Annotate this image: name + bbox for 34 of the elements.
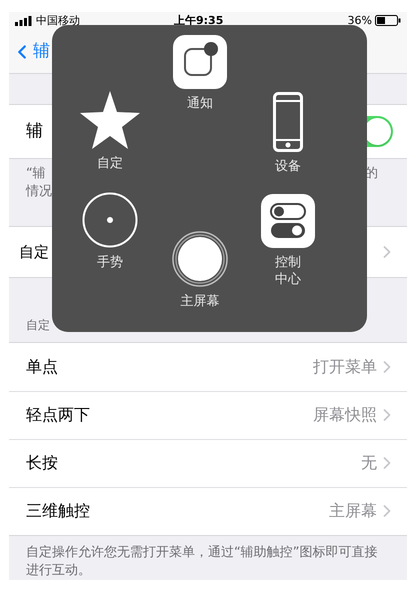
back-button[interactable]: 辅 (11, 38, 50, 66)
phone-icon (273, 92, 303, 152)
action-label: 长按 (26, 452, 58, 474)
action-label: 轻点两下 (26, 404, 90, 426)
battery-percent: 36% (348, 12, 372, 29)
action-value: 打开菜单 (313, 356, 377, 378)
gesture-icon (82, 192, 138, 248)
star-icon (80, 91, 140, 149)
action-label: 三维触控 (26, 500, 90, 522)
footer-text: 情况 (26, 184, 52, 199)
menu-item[interactable]: 主屏幕 (156, 231, 244, 310)
menu-item[interactable]: 设备 (244, 92, 332, 175)
menu-item[interactable]: 自定 (66, 91, 154, 172)
footer-text: “辅 (26, 164, 46, 183)
notification-icon (173, 35, 227, 89)
action-value: 无 (361, 452, 377, 474)
section-header: 自定 (26, 316, 50, 334)
menu-item[interactable]: 通知 (156, 35, 244, 112)
menu-item[interactable]: 手势 (66, 192, 154, 271)
action-row[interactable]: 单点 打开菜单 (9, 342, 407, 391)
signal-icon (15, 16, 33, 26)
footer-text: 自定操作允许您无需打开菜单，通过“辅助触控”图标即可直接进行互动。 (25, 544, 378, 580)
menu-item[interactable]: 控制中心 (244, 194, 332, 288)
action-row[interactable]: 长按 无 (9, 438, 407, 487)
switches-icon (261, 194, 315, 248)
home-button-icon (172, 231, 228, 287)
battery-icon (375, 15, 401, 26)
status-time: 上午9:35 (174, 12, 224, 29)
action-row[interactable]: 三维触控 主屏幕 (9, 486, 407, 535)
action-value: 屏幕快照 (313, 404, 377, 426)
action-row[interactable]: 轻点两下 屏幕快照 (9, 390, 407, 439)
action-label: 单点 (26, 356, 58, 378)
carrier-name: 中国移动 (36, 12, 80, 29)
action-value: 主屏幕 (329, 500, 377, 522)
